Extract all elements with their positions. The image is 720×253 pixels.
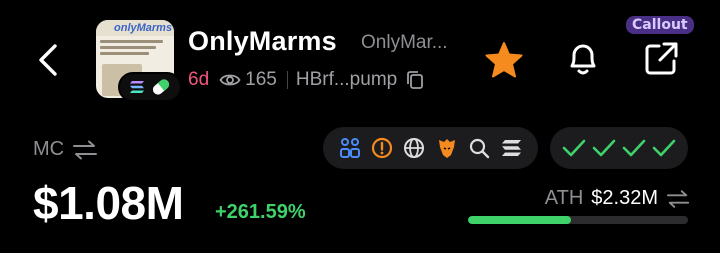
back-button[interactable]: [30, 40, 66, 80]
token-meta-row: 6d 165 HBrf...pump: [188, 68, 425, 92]
views-value: 165: [245, 69, 277, 90]
swap-icon[interactable]: [666, 189, 690, 209]
share-button[interactable]: [641, 38, 681, 80]
swap-icon: [73, 140, 98, 159]
favorite-button[interactable]: [484, 40, 524, 80]
market-cap-value: $1.08M: [33, 177, 184, 229]
divider: [286, 71, 288, 89]
alert-icon[interactable]: [369, 135, 395, 161]
search-icon[interactable]: [466, 135, 492, 161]
community-icon[interactable]: [337, 135, 363, 161]
chain-badge: [118, 72, 182, 102]
lion-icon[interactable]: [434, 135, 460, 161]
check-icon: [622, 139, 646, 157]
check-icon: [652, 139, 676, 157]
thumb-brand: onlyMarms: [96, 20, 174, 36]
audit-checks[interactable]: [550, 127, 688, 169]
check-icon: [562, 139, 586, 157]
external-link-icon: [645, 42, 678, 75]
ath-label: ATH: [544, 187, 584, 209]
ath-progress-bar: [468, 216, 688, 224]
callout-badge[interactable]: Callout: [626, 16, 694, 34]
globe-icon[interactable]: [401, 135, 427, 161]
social-links-bar: [323, 127, 538, 169]
market-cap-label[interactable]: MC: [33, 138, 98, 161]
mc-text: MC: [33, 138, 65, 160]
chevron-left-icon: [39, 44, 57, 76]
alert-button[interactable]: [563, 38, 603, 80]
solana-icon[interactable]: [498, 135, 524, 161]
star-icon: [485, 42, 523, 78]
ath-progress-fill: [468, 216, 571, 224]
check-icon: [592, 139, 616, 157]
token-age: 6d: [188, 69, 210, 90]
pill-icon: [152, 79, 169, 95]
token-name: OnlyMarms: [188, 26, 337, 56]
views-count: 165: [219, 69, 277, 91]
contract-address[interactable]: HBrf...pump: [296, 69, 397, 91]
token-subname: OnlyMar...: [361, 32, 448, 53]
copy-icon[interactable]: [405, 70, 425, 90]
thumb-text: [100, 40, 170, 58]
ath-row: ATH $2.32M: [545, 187, 690, 210]
ath-value: $2.32M: [591, 187, 658, 209]
solana-icon: [129, 81, 144, 93]
eye-icon: [219, 74, 241, 86]
price-change: +261.59%: [215, 201, 306, 223]
bell-icon: [570, 44, 596, 75]
